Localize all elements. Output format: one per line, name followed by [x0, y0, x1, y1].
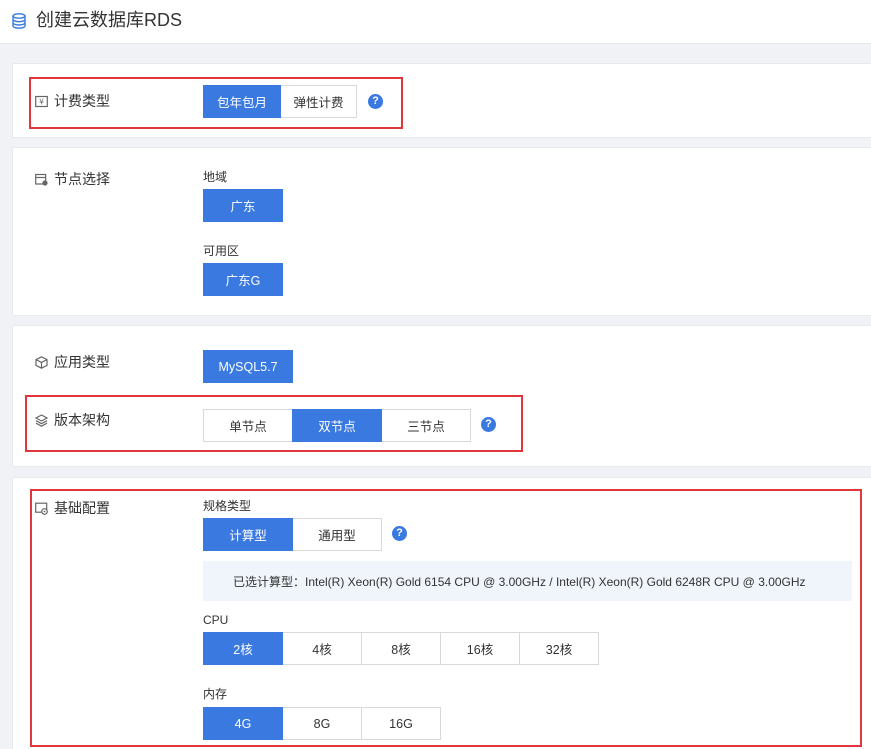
- app-card: [12, 325, 871, 467]
- zone-label: 可用区: [203, 244, 240, 258]
- app-label: 应用类型: [54, 354, 110, 370]
- cpu-option-4[interactable]: 4核: [282, 632, 362, 665]
- svg-text:¥: ¥: [39, 97, 44, 106]
- mem-option-16g[interactable]: 16G: [361, 707, 441, 740]
- config-icon: [35, 502, 48, 515]
- cpu-option-2[interactable]: 2核: [203, 632, 283, 665]
- version-label: 版本架构: [54, 412, 110, 428]
- spec-info-bar: 已选计算型：Intel(R) Xeon(R) Gold 6154 CPU @ 3…: [203, 561, 852, 601]
- version-option-dual[interactable]: 双节点: [292, 409, 382, 442]
- cpu-option-16[interactable]: 16核: [440, 632, 520, 665]
- app-option-mysql[interactable]: MySQL5.7: [203, 350, 293, 383]
- basic-section-label: 基础配置: [35, 499, 110, 517]
- region-label: 地域: [203, 170, 228, 184]
- cpu-segmented: 2核 4核 8核 16核 32核: [203, 632, 599, 665]
- billing-section-label: ¥ 计费类型: [35, 92, 110, 110]
- spec-help-icon[interactable]: ?: [392, 526, 407, 541]
- billing-help-icon[interactable]: ?: [368, 94, 383, 109]
- page-title: 创建云数据库RDS: [36, 10, 183, 30]
- spec-info-text: 已选计算型：Intel(R) Xeon(R) Gold 6154 CPU @ 3…: [233, 574, 806, 589]
- spec-option-general[interactable]: 通用型: [292, 518, 382, 551]
- mem-label: 内存: [203, 687, 228, 701]
- node-icon: [35, 173, 48, 186]
- spec-label: 规格类型: [203, 499, 252, 513]
- node-label: 节点选择: [54, 171, 110, 187]
- version-section-label: 版本架构: [35, 411, 110, 429]
- page-header: 创建云数据库RDS: [0, 0, 871, 44]
- app-section-label: 应用类型: [35, 353, 110, 371]
- layers-icon: [35, 413, 48, 427]
- spec-segmented: 计算型 通用型: [203, 518, 382, 551]
- cpu-label: CPU: [203, 613, 229, 627]
- version-help-icon[interactable]: ?: [481, 417, 496, 432]
- billing-segmented: 包年包月 弹性计费: [203, 85, 357, 118]
- database-icon: [12, 13, 26, 29]
- node-section-label: 节点选择: [35, 170, 110, 188]
- cpu-option-8[interactable]: 8核: [361, 632, 441, 665]
- billing-icon: ¥: [35, 95, 48, 107]
- zone-option[interactable]: 广东G: [203, 263, 283, 296]
- spec-option-compute[interactable]: 计算型: [203, 518, 293, 551]
- mem-option-4g[interactable]: 4G: [203, 707, 283, 740]
- billing-label: 计费类型: [54, 93, 110, 109]
- billing-option-elastic[interactable]: 弹性计费: [280, 85, 357, 118]
- version-option-single[interactable]: 单节点: [203, 409, 293, 442]
- node-card: [12, 147, 871, 316]
- cube-icon: [35, 355, 48, 369]
- mem-segmented: 4G 8G 16G: [203, 707, 441, 740]
- version-option-triple[interactable]: 三节点: [381, 409, 471, 442]
- region-option[interactable]: 广东: [203, 189, 283, 222]
- basic-label: 基础配置: [54, 500, 110, 516]
- billing-option-annual[interactable]: 包年包月: [203, 85, 281, 118]
- cpu-option-32[interactable]: 32核: [519, 632, 599, 665]
- basic-config-card: [12, 477, 871, 749]
- mem-option-8g[interactable]: 8G: [282, 707, 362, 740]
- version-segmented: 单节点 双节点 三节点: [203, 409, 471, 442]
- billing-card: [12, 63, 871, 138]
